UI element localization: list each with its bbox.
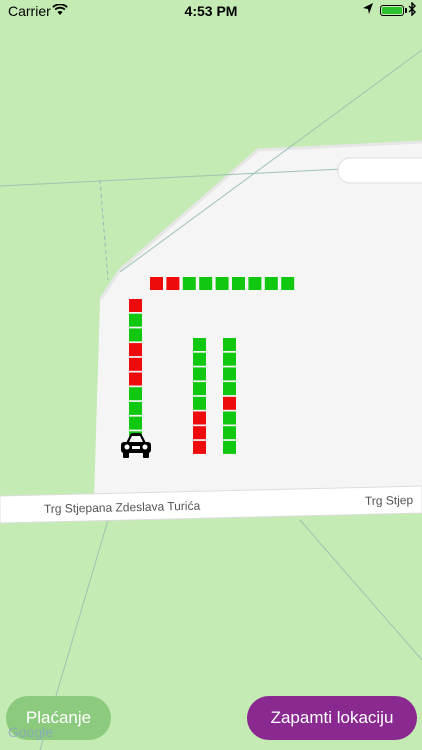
parking-spot-top-free (232, 277, 245, 290)
parking-spot-left-free (129, 313, 142, 327)
parking-spot-middle-taken (193, 411, 206, 425)
parking-spot-left-taken (129, 343, 142, 357)
save-location-button[interactable]: Zapamti lokaciju (247, 696, 417, 740)
parking-spot-middle-free (193, 396, 206, 410)
parking-spot-top-free (199, 277, 213, 290)
parking-spot-right-free (223, 338, 236, 351)
parking-spot-right-free (223, 440, 236, 454)
pay-button[interactable]: Plaćanje (6, 696, 111, 740)
parking-spot-top-free (248, 277, 262, 290)
parking-spot-right-free (223, 426, 236, 440)
parking-spot-right-free (223, 411, 236, 425)
parking-spot-right-taken (223, 396, 236, 410)
parking-spot-right-free (223, 367, 236, 381)
parking-spot-right-free (223, 352, 236, 366)
parking-spot-top-free (215, 277, 229, 290)
parking-spot-top-taken (166, 277, 180, 290)
parking-spot-middle-taken (193, 440, 206, 454)
parking-spot-top-free (281, 277, 295, 290)
bluetooth-icon (408, 1, 417, 19)
parking-spot-middle-free (193, 382, 206, 396)
parking-spot-left-free (129, 401, 142, 415)
side-road (337, 157, 422, 184)
parking-spot-left-taken (129, 372, 142, 386)
map-view[interactable]: Trg Stjepana Zdeslava Turića Trg Stjep (0, 0, 422, 750)
parking-spot-middle-free (193, 338, 206, 351)
parking-spot-right-free (223, 382, 236, 396)
parking-spot-top-free (182, 277, 196, 290)
parking-spot-left-free (129, 328, 142, 342)
battery-icon (380, 5, 404, 16)
battery-tip (405, 8, 407, 13)
parking-spot-left-free (129, 387, 142, 401)
status-bar: Carrier 4:53 PM (0, 0, 422, 22)
parking-spot-middle-taken (193, 426, 206, 440)
street-label-cut: Trg Stjep (365, 493, 414, 508)
parking-spot-top-free (264, 277, 278, 290)
parking-spot-left-taken (129, 299, 142, 312)
clock: 4:53 PM (184, 3, 238, 19)
parking-spot-left-free (129, 416, 142, 430)
parking-spot-middle-free (193, 367, 206, 381)
parking-spot-middle-free (193, 352, 206, 366)
parking-spot-top-taken (150, 277, 163, 290)
location-arrow-icon (362, 2, 374, 19)
parking-spot-left-taken (129, 357, 142, 371)
